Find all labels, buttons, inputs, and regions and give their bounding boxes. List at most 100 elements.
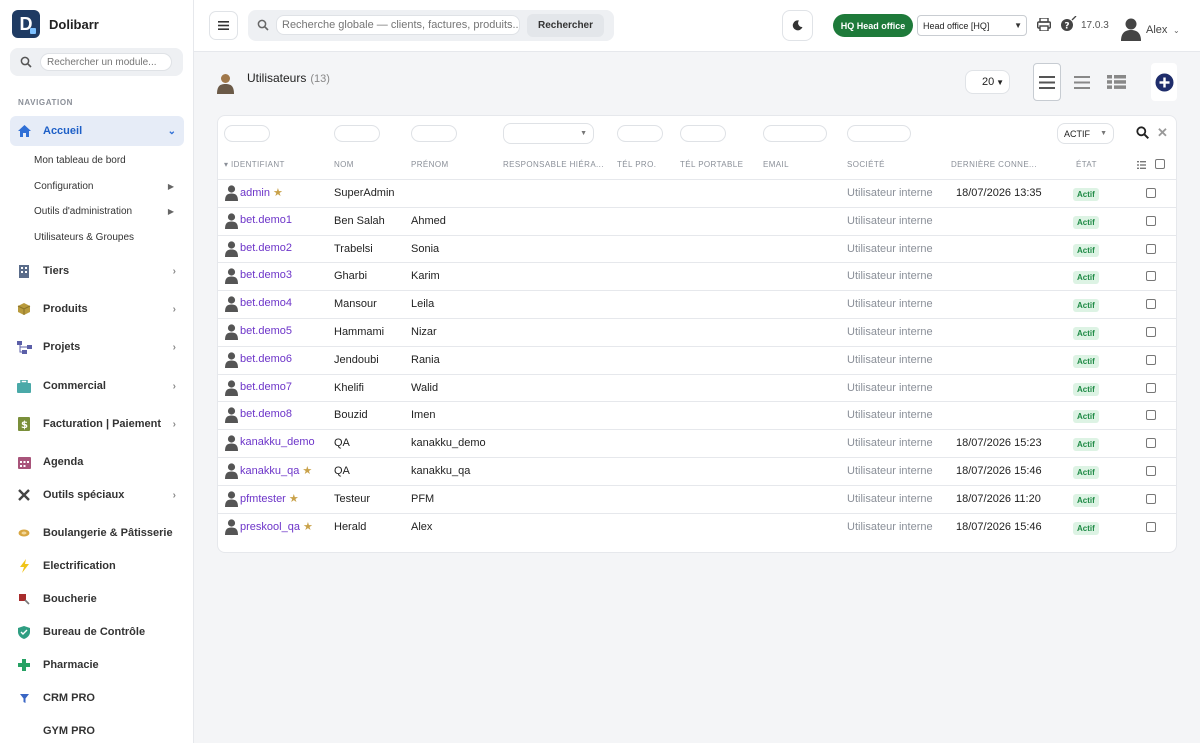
table-row[interactable]: admin ★ SuperAdmin Utilisateur interne 18/07…: [218, 179, 1176, 207]
filter-phone-input[interactable]: [617, 125, 663, 142]
new-user-button[interactable]: [1151, 63, 1177, 101]
user-login-link[interactable]: kanakku_qa ★: [240, 464, 312, 477]
row-checkbox[interactable]: [1146, 466, 1156, 476]
column-header-login[interactable]: ▾ IDENTIFIANT: [224, 160, 285, 169]
table-row[interactable]: pfmtester ★ Testeur PFM Utilisateur interne 1…: [218, 484, 1176, 513]
column-header-phone[interactable]: TÉL PRO.: [617, 160, 656, 169]
sidebar-item-gym-pro[interactable]: GYM PRO: [10, 716, 184, 743]
user-login-link[interactable]: bet.demo8: [240, 408, 295, 420]
column-header-mobile[interactable]: TÉL PORTABLE: [680, 160, 743, 169]
table-row[interactable]: bet.demo6 Jendoubi Rania Utilisateur intern…: [218, 345, 1176, 374]
brand[interactable]: D Dolibarr: [0, 0, 193, 48]
table-row[interactable]: bet.demo4 Mansour Leila Utilisateur interne…: [218, 290, 1176, 318]
sidebar-sub-configuration[interactable]: Configuration ▶: [34, 181, 182, 192]
row-checkbox[interactable]: [1146, 188, 1156, 198]
column-header-company[interactable]: SOCIÉTÉ: [847, 160, 885, 169]
sidebar-item-pharmacie[interactable]: Pharmacie: [10, 650, 184, 680]
filter-status-select[interactable]: ACTIF ▼: [1057, 123, 1114, 144]
sidebar-item-bureau-controle[interactable]: Bureau de Contrôle: [10, 617, 184, 647]
sidebar-item-produits[interactable]: Produits ›: [10, 294, 184, 324]
entity-select[interactable]: Head office [HQ] ▼: [917, 15, 1027, 36]
table-row[interactable]: bet.demo2 Trabelsi Sonia Utilisateur intern…: [218, 234, 1176, 263]
row-checkbox[interactable]: [1146, 410, 1156, 421]
sidebar-item-boulangerie[interactable]: Boulangerie & Pâtisserie: [10, 518, 184, 548]
module-search-input[interactable]: [40, 53, 172, 71]
sidebar-item-projets[interactable]: Projets ›: [10, 332, 184, 362]
user-login-link[interactable]: bet.demo6: [240, 353, 295, 365]
row-checkbox[interactable]: [1146, 438, 1156, 449]
table-row[interactable]: bet.demo7 Khelifi Walid Utilisateur interne…: [218, 373, 1176, 402]
sidebar-item-label: Pharmacie: [43, 659, 99, 671]
row-checkbox[interactable]: [1146, 354, 1156, 365]
column-header-last-login[interactable]: DERNIÈRE CONNE...: [951, 160, 1037, 169]
search-icon[interactable]: [1136, 126, 1149, 139]
sidebar-sub-users-groups[interactable]: Utilisateurs & Groupes: [34, 232, 182, 243]
user-login-link[interactable]: pfmtester ★: [240, 492, 299, 505]
row-checkbox[interactable]: [1146, 493, 1156, 504]
user-login-link[interactable]: bet.demo3: [240, 269, 295, 281]
row-checkbox[interactable]: [1146, 382, 1156, 393]
avatar[interactable]: [1121, 17, 1141, 41]
sidebar-item-facturation[interactable]: $ Facturation | Paiement ›: [10, 409, 184, 439]
row-checkbox[interactable]: [1146, 299, 1156, 310]
table-row[interactable]: bet.demo1 Ben Salah Ahmed Utilisateur inter…: [218, 206, 1176, 235]
sidebar-item-commercial[interactable]: Commercial ›: [10, 371, 184, 401]
filter-mobile-input[interactable]: [680, 125, 726, 142]
table-row[interactable]: kanakku_demo QA kanakku_demo Utilisateur in…: [218, 429, 1176, 457]
view-list-button[interactable]: [1033, 63, 1061, 101]
sidebar-item-electrification[interactable]: Electrification: [10, 551, 184, 581]
clear-filters-icon[interactable]: ✕: [1157, 125, 1168, 141]
user-login-link[interactable]: preskool_qa ★: [240, 520, 313, 533]
row-checkbox[interactable]: [1146, 215, 1156, 226]
sidebar-sub-dashboard[interactable]: Mon tableau de bord: [34, 155, 182, 166]
filter-nom-input[interactable]: [334, 125, 380, 142]
menu-toggle-button[interactable]: [209, 11, 238, 40]
sidebar-item-agenda[interactable]: Agenda: [10, 447, 184, 477]
user-login-link[interactable]: kanakku_demo: [240, 436, 318, 448]
table-row[interactable]: bet.demo3 Gharbi Karim Utilisateur interne A…: [218, 262, 1176, 290]
filter-supervisor-select[interactable]: ▼: [503, 123, 594, 144]
column-header-nom[interactable]: NOM: [334, 160, 354, 169]
entity-badge[interactable]: HQ Head office: [833, 14, 913, 37]
dark-mode-toggle[interactable]: [782, 10, 813, 41]
sidebar-item-outils-speciaux[interactable]: Outils spéciaux ›: [10, 480, 184, 510]
sidebar-item-crm-pro[interactable]: CRM PRO: [10, 683, 184, 713]
user-login-link[interactable]: bet.demo5: [240, 325, 295, 337]
table-row[interactable]: bet.demo5 Hammami Nizar Utilisateur interne…: [218, 318, 1176, 346]
row-checkbox[interactable]: [1146, 243, 1156, 254]
column-selector-icon[interactable]: [1137, 161, 1146, 169]
view-grid-button[interactable]: [1102, 63, 1130, 101]
user-name[interactable]: Alex: [1146, 24, 1167, 36]
user-login-link[interactable]: bet.demo7: [240, 381, 295, 393]
column-header-status[interactable]: ÉTAT: [1076, 160, 1097, 169]
sidebar-item-tiers[interactable]: Tiers ›: [10, 256, 184, 286]
sidebar-item-boucherie[interactable]: Boucherie: [10, 584, 184, 614]
user-login-link[interactable]: bet.demo2: [240, 242, 295, 254]
view-compact-button[interactable]: [1068, 63, 1096, 101]
user-login-link[interactable]: bet.demo1: [240, 214, 295, 226]
help-icon[interactable]: ?: [1060, 16, 1077, 32]
page-size-select[interactable]: 20 ▼: [965, 70, 1010, 94]
table-row[interactable]: preskool_qa ★ Herald Alex Utilisateur intern…: [218, 512, 1176, 541]
row-checkbox[interactable]: [1146, 521, 1156, 532]
global-search-button[interactable]: Rechercher: [527, 14, 604, 37]
column-header-prenom[interactable]: PRÉNOM: [411, 160, 449, 169]
column-header-email[interactable]: EMAIL: [763, 160, 789, 169]
sidebar-item-accueil[interactable]: Accueil ⌄: [10, 116, 184, 146]
column-header-supervisor[interactable]: RESPONSABLE HIÉRA...: [503, 160, 604, 169]
chevron-down-icon[interactable]: ⌄: [1173, 26, 1180, 35]
filter-email-input[interactable]: [763, 125, 827, 142]
filter-prenom-input[interactable]: [411, 125, 457, 142]
select-all-checkbox[interactable]: [1155, 159, 1165, 169]
filter-login-input[interactable]: [224, 125, 270, 142]
print-icon[interactable]: [1037, 18, 1051, 31]
user-login-link[interactable]: admin ★: [240, 186, 283, 199]
row-checkbox[interactable]: [1146, 271, 1156, 282]
user-login-link[interactable]: bet.demo4: [240, 297, 295, 309]
filter-company-input[interactable]: [847, 125, 911, 142]
global-search-input[interactable]: [276, 15, 520, 35]
sidebar-sub-admin-tools[interactable]: Outils d'administration ▶: [34, 206, 182, 217]
table-row[interactable]: bet.demo8 Bouzid Imen Utilisateur interne Ac…: [218, 401, 1176, 429]
table-row[interactable]: kanakku_qa ★ QA kanakku_qa Utilisateur inter…: [218, 457, 1176, 485]
row-checkbox[interactable]: [1146, 327, 1156, 337]
